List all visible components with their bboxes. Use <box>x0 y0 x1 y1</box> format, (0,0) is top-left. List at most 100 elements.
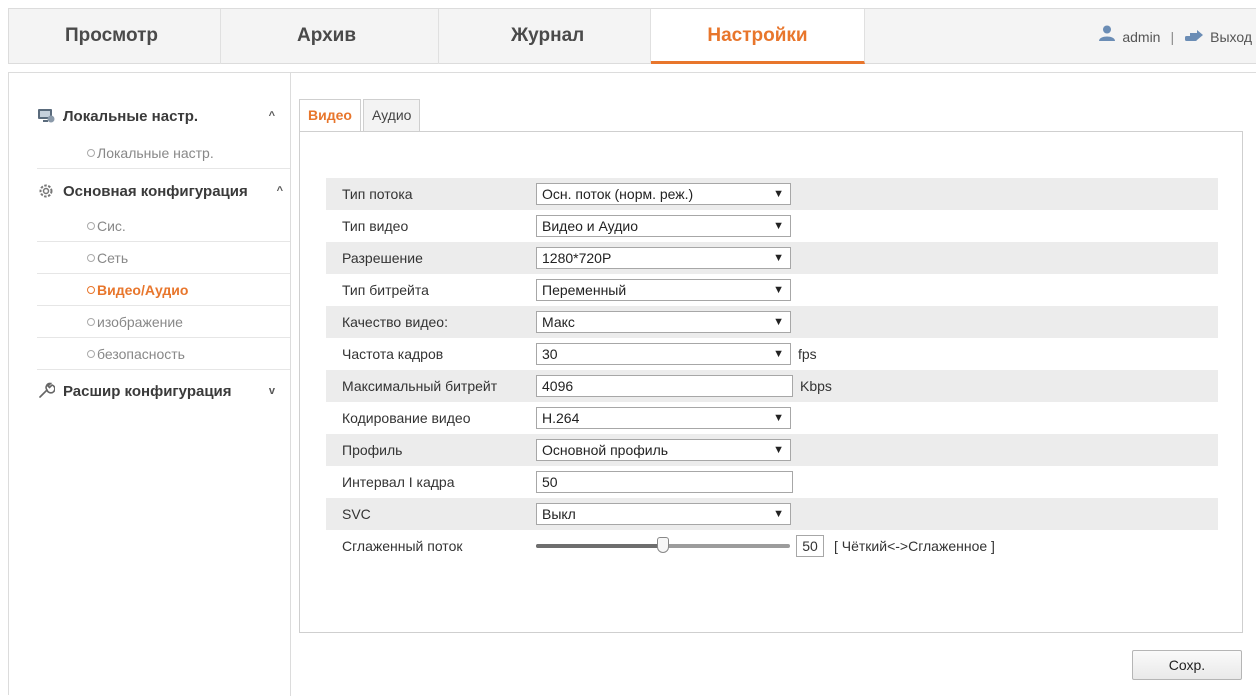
monitor-icon <box>37 107 55 125</box>
sidebar-item-system[interactable]: Сис. <box>37 210 290 242</box>
smoothing-label: Сглаженный поток <box>342 538 463 554</box>
dropdown-arrow-icon: ▼ <box>773 188 784 200</box>
dropdown-arrow-icon: ▼ <box>773 284 784 296</box>
video-encoding-label: Кодирование видео <box>342 410 471 426</box>
bitrate-type-select[interactable]: Переменный ▼ <box>536 279 791 301</box>
sidebar-section-local[interactable]: Локальные настр. ^ <box>37 98 287 134</box>
form-row-i-frame-interval: Интервал I кадра 50 <box>326 466 1218 498</box>
max-bitrate-unit: Kbps <box>800 378 832 394</box>
gear-icon <box>37 182 55 200</box>
form-row-frame-rate: Частота кадров 30 ▼ fps <box>326 338 1218 370</box>
sidebar-item-local-settings[interactable]: Локальные настр. <box>37 137 290 169</box>
i-frame-interval-input[interactable]: 50 <box>536 471 793 493</box>
sidebar-item-label: изображение <box>97 314 183 330</box>
form-row-video-encoding: Кодирование видео H.264 ▼ <box>326 402 1218 434</box>
sidebar-item-label: Локальные настр. <box>97 145 214 161</box>
svc-select[interactable]: Выкл ▼ <box>536 503 791 525</box>
sidebar-item-video-audio[interactable]: Видео/Аудио <box>37 274 290 306</box>
resolution-value: 1280*720P <box>542 250 612 266</box>
profile-select[interactable]: Основной профиль ▼ <box>536 439 791 461</box>
sidebar-item-label: безопасность <box>97 346 185 362</box>
resolution-select[interactable]: 1280*720P ▼ <box>536 247 791 269</box>
stream-type-label: Тип потока <box>342 186 413 202</box>
stream-type-select[interactable]: Осн. поток (норм. реж.) ▼ <box>536 183 791 205</box>
sidebar-item-label: Сис. <box>97 218 126 234</box>
dropdown-arrow-icon: ▼ <box>773 444 784 456</box>
video-settings-panel: Тип потока Осн. поток (норм. реж.) ▼ Тип … <box>299 131 1243 633</box>
sidebar: Локальные настр. ^ Локальные настр. Осно… <box>9 73 291 696</box>
dropdown-arrow-icon: ▼ <box>773 508 784 520</box>
dropdown-arrow-icon: ▼ <box>773 316 784 328</box>
smoothing-range-label: [ Чёткий<->Сглаженное ] <box>834 538 995 554</box>
max-bitrate-input[interactable]: 4096 <box>536 375 793 397</box>
user-area: admin | Выход <box>1098 9 1252 64</box>
subtab-video[interactable]: Видео <box>299 99 361 132</box>
dropdown-arrow-icon: ▼ <box>773 348 784 360</box>
form-row-video-type: Тип видео Видео и Аудио ▼ <box>326 210 1218 242</box>
sidebar-item-label: Сеть <box>97 250 129 266</box>
user-separator: | <box>1170 28 1175 45</box>
smoothing-value-input[interactable]: 50 <box>796 535 824 557</box>
video-quality-label: Качество видео: <box>342 314 448 330</box>
logout-icon[interactable] <box>1184 10 1204 64</box>
stream-type-value: Осн. поток (норм. реж.) <box>542 186 694 202</box>
sidebar-section-local-label: Локальные настр. <box>63 107 199 125</box>
sidebar-section-basic[interactable]: Основная конфигурация ^ <box>37 173 287 209</box>
video-type-value: Видео и Аудио <box>542 218 638 234</box>
svc-value: Выкл <box>542 506 576 522</box>
content-area: Видео Аудио Тип потока Осн. поток (норм.… <box>299 99 1243 633</box>
subtab-audio[interactable]: Аудио <box>362 99 421 131</box>
video-type-label: Тип видео <box>342 218 409 234</box>
form-row-smoothing: Сглаженный поток 50 [ Чёткий<->Сглаженно… <box>326 530 1218 562</box>
form-row-stream-type: Тип потока Осн. поток (норм. реж.) ▼ <box>326 178 1218 210</box>
chevron-down-icon[interactable]: v <box>269 385 275 397</box>
video-quality-select[interactable]: Макс ▼ <box>536 311 791 333</box>
main-frame: Локальные настр. ^ Локальные настр. Осно… <box>8 72 1256 696</box>
nav-tab-view[interactable]: Просмотр <box>9 9 221 64</box>
chevron-up-icon[interactable]: ^ <box>269 110 275 122</box>
form-row-profile: Профиль Основной профиль ▼ <box>326 434 1218 466</box>
sidebar-item-security[interactable]: безопасность <box>37 338 290 370</box>
form-row-bitrate-type: Тип битрейта Переменный ▼ <box>326 274 1218 306</box>
form-row-max-bitrate: Максимальный битрейт 4096 Kbps <box>326 370 1218 402</box>
subtab-bar: Видео Аудио <box>299 99 422 132</box>
nav-tab-view-label: Просмотр <box>65 25 159 46</box>
chevron-up-icon[interactable]: ^ <box>277 185 283 197</box>
frame-rate-label: Частота кадров <box>342 346 444 362</box>
video-encoding-value: H.264 <box>542 410 580 426</box>
username[interactable]: admin <box>1122 10 1160 64</box>
sidebar-item-label: Видео/Аудио <box>97 282 189 298</box>
sidebar-section-basic-label: Основная конфигурация <box>63 182 248 200</box>
top-navigation: Просмотр Архив Журнал Настройки admin | … <box>8 8 1256 64</box>
sidebar-item-network[interactable]: Сеть <box>37 242 290 274</box>
logout-link[interactable]: Выход <box>1210 10 1252 64</box>
resolution-label: Разрешение <box>342 250 423 266</box>
sidebar-item-image[interactable]: изображение <box>37 306 290 338</box>
frame-rate-value: 30 <box>542 346 558 362</box>
nav-tab-log-label: Журнал <box>511 25 585 46</box>
nav-tab-settings[interactable]: Настройки <box>651 9 865 64</box>
dropdown-arrow-icon: ▼ <box>773 252 784 264</box>
form-row-svc: SVC Выкл ▼ <box>326 498 1218 530</box>
svc-label: SVC <box>342 506 371 522</box>
save-button[interactable]: Сохр. <box>1132 650 1242 680</box>
smoothing-slider-handle[interactable] <box>657 537 669 553</box>
frame-rate-select[interactable]: 30 ▼ <box>536 343 791 365</box>
nav-tab-archive-label: Архив <box>297 25 357 46</box>
nav-tab-archive[interactable]: Архив <box>221 9 439 64</box>
nav-tab-settings-label: Настройки <box>707 25 808 46</box>
dropdown-arrow-icon: ▼ <box>773 220 784 232</box>
nav-tab-log[interactable]: Журнал <box>439 9 651 64</box>
bitrate-type-value: Переменный <box>542 282 627 298</box>
sidebar-section-advanced[interactable]: Расшир конфигурация v <box>37 373 287 409</box>
video-quality-value: Макс <box>542 314 575 330</box>
frame-rate-unit: fps <box>798 346 817 362</box>
profile-value: Основной профиль <box>542 442 669 458</box>
wrench-icon <box>37 382 55 400</box>
i-frame-interval-label: Интервал I кадра <box>342 474 455 490</box>
video-type-select[interactable]: Видео и Аудио ▼ <box>536 215 791 237</box>
form-row-video-quality: Качество видео: Макс ▼ <box>326 306 1218 338</box>
smoothing-slider-fill <box>536 544 663 548</box>
profile-label: Профиль <box>342 442 403 458</box>
video-encoding-select[interactable]: H.264 ▼ <box>536 407 791 429</box>
